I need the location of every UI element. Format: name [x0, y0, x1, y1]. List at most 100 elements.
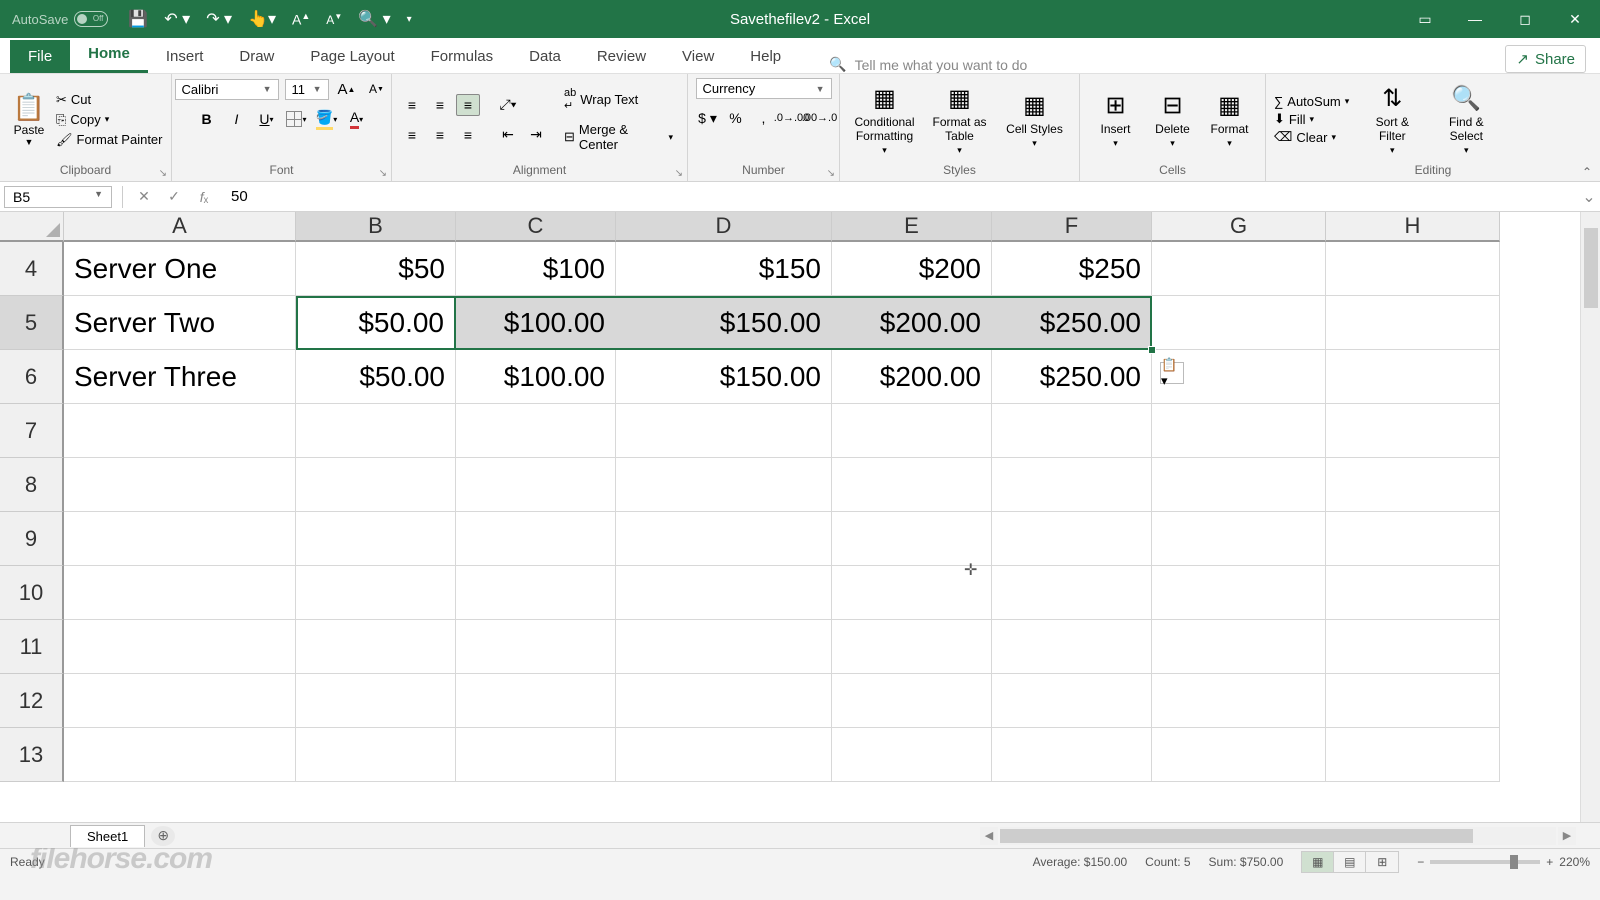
cell[interactable]: [1326, 296, 1500, 350]
comma-format-icon[interactable]: ,: [752, 107, 776, 129]
cell[interactable]: $100: [456, 242, 616, 296]
number-format-combo[interactable]: Currency▼: [696, 78, 832, 99]
column-header[interactable]: C: [456, 212, 616, 242]
zoom-level[interactable]: 220%: [1559, 855, 1590, 869]
page-layout-view-icon[interactable]: ▤: [1334, 852, 1366, 872]
cell[interactable]: [64, 620, 296, 674]
cell[interactable]: [616, 728, 832, 782]
cell[interactable]: [1152, 728, 1326, 782]
row-header[interactable]: 9: [0, 512, 64, 566]
cell[interactable]: [64, 458, 296, 512]
undo-icon[interactable]: ↶ ▾: [164, 9, 190, 29]
cell[interactable]: [296, 404, 456, 458]
cell[interactable]: Server Three: [64, 350, 296, 404]
cell[interactable]: [1326, 458, 1500, 512]
vertical-scrollbar[interactable]: [1580, 212, 1600, 822]
cell[interactable]: $200.00: [832, 350, 992, 404]
cell[interactable]: [296, 566, 456, 620]
cell[interactable]: [832, 458, 992, 512]
column-header[interactable]: H: [1326, 212, 1500, 242]
cell[interactable]: [1152, 674, 1326, 728]
cell[interactable]: [832, 404, 992, 458]
select-all-corner[interactable]: [0, 212, 64, 242]
cell[interactable]: [1152, 296, 1326, 350]
delete-cells-button[interactable]: ⊟Delete▾: [1145, 91, 1200, 149]
clipboard-launcher-icon[interactable]: ↘: [159, 168, 167, 179]
cell[interactable]: [616, 458, 832, 512]
cell[interactable]: [64, 512, 296, 566]
align-middle-icon[interactable]: ≡: [428, 94, 452, 116]
row-header[interactable]: 10: [0, 566, 64, 620]
cell[interactable]: $250: [992, 242, 1152, 296]
font-color-button[interactable]: A▾: [345, 108, 369, 130]
decrease-indent-icon[interactable]: ⇤: [496, 124, 520, 146]
tab-insert[interactable]: Insert: [148, 40, 222, 73]
cell[interactable]: $250.00: [992, 350, 1152, 404]
zoom-slider[interactable]: [1430, 860, 1540, 864]
wrap-text-button[interactable]: ab↵Wrap Text: [558, 85, 679, 114]
column-header[interactable]: B: [296, 212, 456, 242]
cell[interactable]: [1326, 242, 1500, 296]
borders-button[interactable]: ▾: [285, 108, 309, 130]
cell[interactable]: $100.00: [456, 296, 616, 350]
autosum-button[interactable]: ∑AutoSum▾: [1274, 94, 1349, 109]
tab-formulas[interactable]: Formulas: [413, 40, 512, 73]
conditional-formatting-button[interactable]: ▦Conditional Formatting▾: [848, 84, 921, 156]
decrease-decimal-icon[interactable]: .00→.0: [808, 107, 832, 129]
tab-review[interactable]: Review: [579, 40, 664, 73]
cell[interactable]: [1152, 566, 1326, 620]
cell[interactable]: [832, 620, 992, 674]
tab-draw[interactable]: Draw: [221, 40, 292, 73]
merge-center-button[interactable]: ⊟Merge & Center▾: [558, 120, 679, 154]
font-name-combo[interactable]: Calibri▼: [175, 79, 279, 100]
cell[interactable]: [296, 512, 456, 566]
font-launcher-icon[interactable]: ↘: [379, 168, 387, 179]
row-header[interactable]: 13: [0, 728, 64, 782]
insert-function-icon[interactable]: fₓ: [189, 189, 219, 205]
hscroll-right-icon[interactable]: ▶: [1558, 827, 1576, 845]
name-box[interactable]: B5▼: [4, 186, 112, 208]
scrollbar-thumb[interactable]: [1000, 829, 1473, 843]
tell-me-search[interactable]: 🔍 Tell me what you want to do: [829, 56, 1027, 73]
cell[interactable]: [64, 728, 296, 782]
cell[interactable]: Server One: [64, 242, 296, 296]
tab-data[interactable]: Data: [511, 40, 579, 73]
bold-button[interactable]: B: [195, 108, 219, 130]
cell[interactable]: [992, 458, 1152, 512]
cell[interactable]: [1326, 404, 1500, 458]
cell[interactable]: $200: [832, 242, 992, 296]
row-header[interactable]: 6: [0, 350, 64, 404]
cell[interactable]: $200.00: [832, 296, 992, 350]
cell[interactable]: $150.00: [616, 350, 832, 404]
enter-formula-icon[interactable]: ✓: [159, 188, 189, 205]
cell[interactable]: [616, 512, 832, 566]
copy-button[interactable]: ⎘Copy▾: [56, 112, 163, 128]
format-cells-button[interactable]: ▦Format▾: [1202, 91, 1257, 149]
cell[interactable]: [616, 620, 832, 674]
cell[interactable]: [296, 458, 456, 512]
normal-view-icon[interactable]: ▦: [1302, 852, 1334, 872]
cell[interactable]: [992, 728, 1152, 782]
slider-thumb[interactable]: [1510, 855, 1518, 869]
paste-button[interactable]: 📋 Paste ▼: [8, 92, 50, 147]
minimize-icon[interactable]: —: [1450, 0, 1500, 38]
accounting-format-icon[interactable]: $ ▾: [696, 107, 720, 129]
save-icon[interactable]: 💾: [128, 9, 148, 29]
redo-icon[interactable]: ↷ ▾: [206, 9, 232, 29]
tab-help[interactable]: Help: [732, 40, 799, 73]
cell[interactable]: [1326, 350, 1500, 404]
clear-button[interactable]: ⌫Clear▾: [1274, 129, 1349, 145]
font-size-up-icon[interactable]: A▲: [292, 11, 310, 28]
cancel-formula-icon[interactable]: ✕: [129, 188, 159, 205]
row-header[interactable]: 12: [0, 674, 64, 728]
sort-filter-button[interactable]: ⇅Sort & Filter▾: [1361, 84, 1423, 156]
tab-view[interactable]: View: [664, 40, 732, 73]
find-select-button[interactable]: 🔍Find & Select▾: [1435, 84, 1497, 156]
autosave-toggle[interactable]: AutoSave Off: [12, 11, 108, 27]
page-break-view-icon[interactable]: ⊞: [1366, 852, 1398, 872]
font-size-combo[interactable]: 11▼: [285, 79, 329, 100]
number-launcher-icon[interactable]: ↘: [827, 168, 835, 179]
cell[interactable]: [832, 512, 992, 566]
cell[interactable]: [832, 674, 992, 728]
fill-color-button[interactable]: 🪣▾: [315, 108, 339, 130]
